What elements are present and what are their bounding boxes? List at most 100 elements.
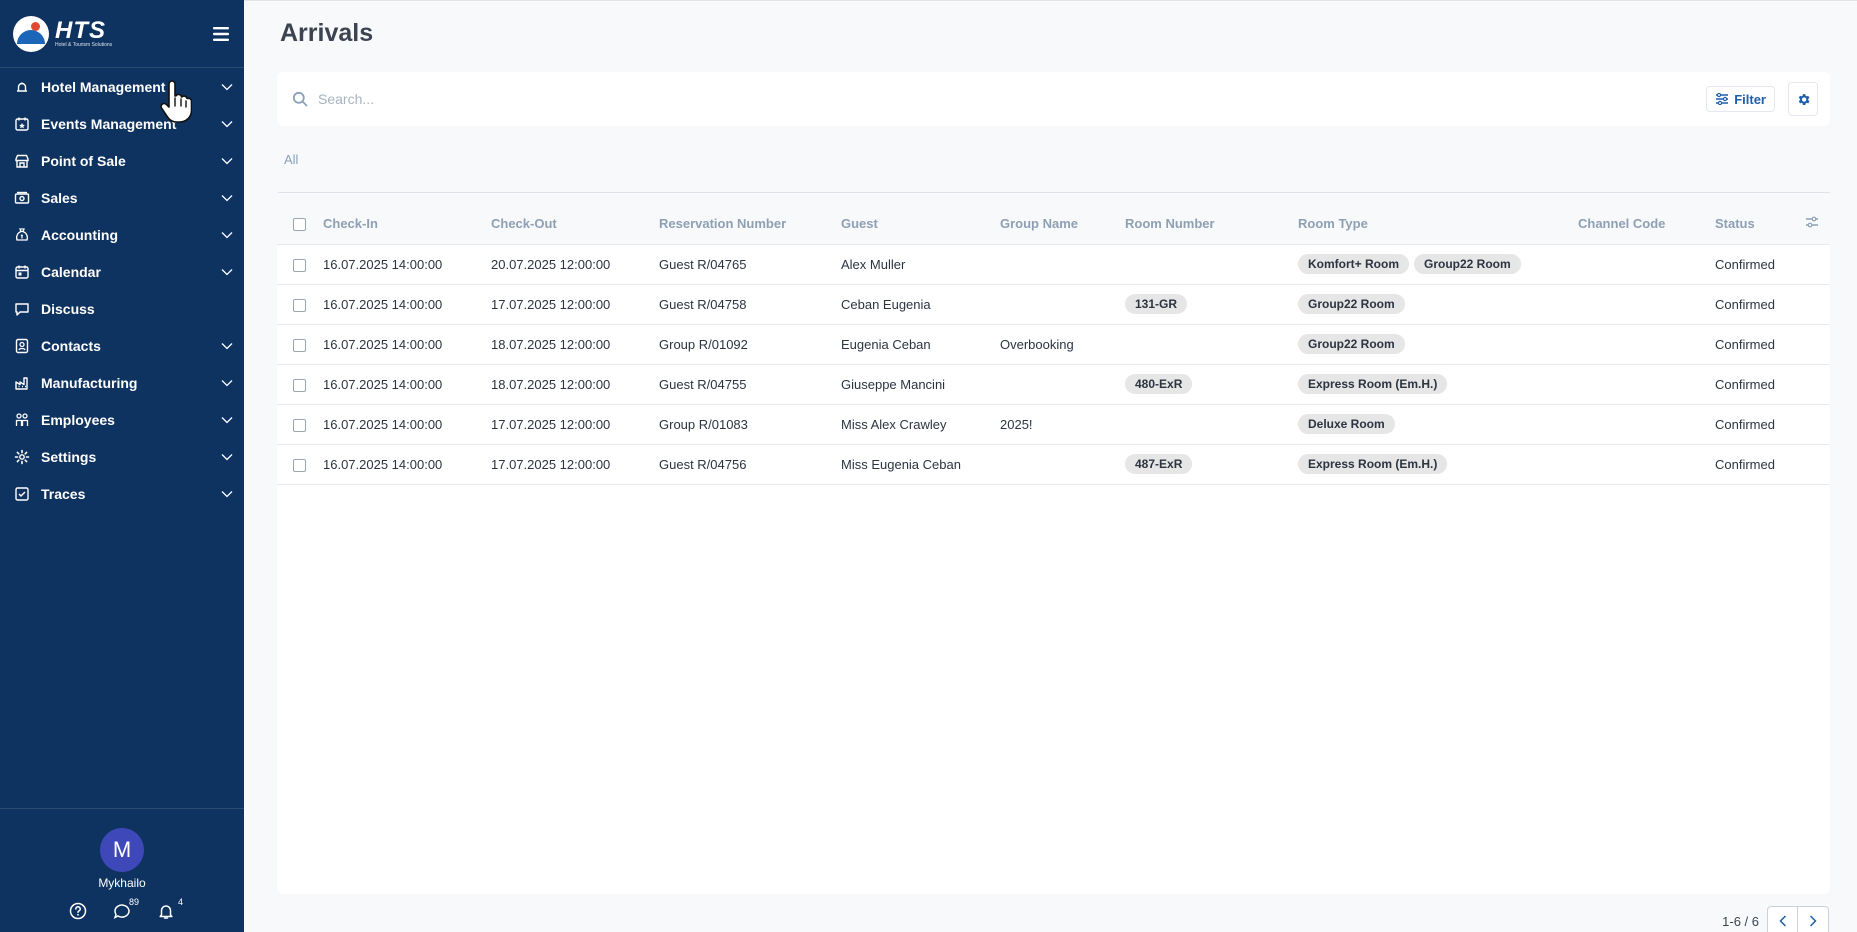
row-checkbox[interactable] [293,378,306,392]
sidebar-item-calendar[interactable]: Calendar [0,253,244,290]
sidebar-item-manufacturing[interactable]: Manufacturing [0,364,244,401]
sidebar-item-discuss[interactable]: Discuss [0,290,244,327]
logo[interactable]: HTS Hotel & Tourism Solutions [13,15,112,52]
column-header-room-number[interactable]: Room Number [1125,204,1298,245]
cell-check-in: 16.07.2025 14:00:00 [323,364,491,405]
hamburger-menu-icon[interactable] [206,19,236,49]
column-header-channel-code[interactable]: Channel Code [1578,204,1715,245]
arrivals-table: Check-In Check-Out Reservation Number Gu… [277,204,1830,485]
chevron-down-icon[interactable] [220,154,234,168]
avatar[interactable]: M [100,828,144,872]
cell-guest: Giuseppe Mancini [841,364,1000,405]
column-header-status[interactable]: Status [1715,204,1805,245]
cash-icon [14,190,30,206]
cell-check-out: 18.07.2025 12:00:00 [491,364,659,405]
sidebar-item-sales[interactable]: Sales [0,179,244,216]
column-header-guest[interactable]: Guest [841,204,1000,245]
cell-room-number [1125,324,1298,365]
chevron-down-icon[interactable] [220,191,234,205]
sidebar-header: HTS Hotel & Tourism Solutions [0,0,244,68]
cell-group-name: Overbooking [1000,324,1125,365]
cell-reservation-number: Guest R/04755 [659,364,841,405]
cell-room-number: 487-ExR [1125,444,1298,485]
cell-group-name [1000,284,1125,325]
chevron-down-icon[interactable] [220,80,234,94]
cell-check-out: 17.07.2025 12:00:00 [491,284,659,325]
pager-range[interactable]: 1-6 / 6 [1722,914,1759,929]
gear-icon [1798,93,1809,105]
sliders-icon [1716,93,1729,105]
room-type-tag: Komfort+ Room [1298,254,1409,274]
column-header-check-out[interactable]: Check-Out [491,204,659,245]
table-row[interactable]: 16.07.2025 14:00:00 20.07.2025 12:00:00 Gu… [277,244,1830,285]
tab-all[interactable]: All [284,152,298,167]
help-icon[interactable] [63,900,93,922]
user-name[interactable]: Mykhailo [98,876,145,890]
sidebar-item-label: Calendar [41,263,101,280]
messages-icon[interactable]: 89 [107,897,139,922]
column-header-room-type[interactable]: Room Type [1298,204,1578,245]
sidebar-menu: Hotel Management Events Management Point o… [0,68,244,512]
column-header-reservation-number[interactable]: Reservation Number [659,204,841,245]
sidebar-item-contacts[interactable]: Contacts [0,327,244,364]
cell-group-name [1000,244,1125,285]
row-checkbox[interactable] [293,298,306,312]
chevron-down-icon[interactable] [220,413,234,427]
sidebar-item-hotel-management[interactable]: Hotel Management [0,68,244,105]
table-row[interactable]: 16.07.2025 14:00:00 18.07.2025 12:00:00 Gu… [277,364,1830,405]
cell-status: Confirmed [1715,244,1805,285]
cell-reservation-number: Group R/01092 [659,324,841,365]
sidebar-item-settings[interactable]: Settings [0,438,244,475]
sidebar: HTS Hotel & Tourism Solutions Hotel Mana… [0,0,244,932]
sidebar-item-accounting[interactable]: Accounting [0,216,244,253]
filter-button[interactable]: Filter [1706,86,1775,112]
sidebar-item-label: Contacts [41,337,101,354]
pager: 1-6 / 6 [1722,906,1829,932]
table-row[interactable]: 16.07.2025 14:00:00 17.07.2025 12:00:00 Gu… [277,284,1830,325]
table-row[interactable]: 16.07.2025 14:00:00 17.07.2025 12:00:00 Gr… [277,404,1830,445]
room-type-tag: Group22 Room [1298,294,1405,314]
pager-next-button[interactable] [1798,906,1829,932]
room-type-tag: Express Room (Em.H.) [1298,374,1448,394]
cell-check-in: 16.07.2025 14:00:00 [323,404,491,445]
row-checkbox[interactable] [293,458,306,472]
cell-group-name [1000,364,1125,405]
chevron-down-icon[interactable] [220,376,234,390]
gear-icon [14,449,30,465]
chevron-down-icon[interactable] [220,265,234,279]
notifications-bell-icon[interactable]: 4 [151,897,183,922]
cell-guest: Eugenia Ceban [841,324,1000,365]
table-row[interactable]: 16.07.2025 14:00:00 18.07.2025 12:00:00 Gr… [277,324,1830,365]
select-all-checkbox[interactable] [293,218,306,232]
chevron-down-icon[interactable] [220,339,234,353]
chevron-down-icon[interactable] [220,117,234,131]
pager-previous-button[interactable] [1767,906,1798,932]
chevron-down-icon[interactable] [220,228,234,242]
column-settings-button[interactable] [1805,204,1830,245]
cell-status: Confirmed [1715,404,1805,445]
column-header-group-name[interactable]: Group Name [1000,204,1125,245]
people-icon [14,412,30,428]
chevron-down-icon[interactable] [220,450,234,464]
chevron-right-icon [1809,915,1817,927]
row-checkbox[interactable] [293,338,306,352]
sidebar-item-traces[interactable]: Traces [0,475,244,512]
table-row[interactable]: 16.07.2025 14:00:00 17.07.2025 12:00:00 Gu… [277,444,1830,485]
search-input[interactable] [318,91,1707,107]
sidebar-item-events-management[interactable]: Events Management [0,105,244,142]
sidebar-item-label: Employees [41,411,115,428]
money-bag-icon [14,227,30,243]
cell-check-in: 16.07.2025 14:00:00 [323,244,491,285]
cell-room-type: Express Room (Em.H.) [1298,364,1578,405]
settings-gear-button[interactable] [1788,82,1818,116]
sidebar-item-point-of-sale[interactable]: Point of Sale [0,142,244,179]
column-header-check-in[interactable]: Check-In [323,204,491,245]
sidebar-item-employees[interactable]: Employees [0,401,244,438]
cell-status: Confirmed [1715,284,1805,325]
row-checkbox[interactable] [293,418,306,432]
cell-group-name: 2025! [1000,404,1125,445]
row-checkbox[interactable] [293,258,306,272]
sidebar-item-label: Events Management [41,115,177,132]
room-type-tag: Group22 Room [1298,334,1405,354]
chevron-down-icon[interactable] [220,487,234,501]
